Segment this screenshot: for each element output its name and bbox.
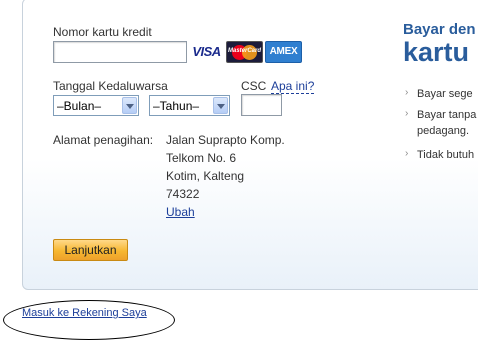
billing-address-line-1: Jalan Suprapto Komp. — [166, 133, 285, 147]
visa-logo-icon: VISA — [190, 41, 223, 63]
change-address-link[interactable]: Ubah — [166, 205, 195, 219]
billing-address-line-2: Telkom No. 6 — [166, 151, 237, 165]
login-link[interactable]: Masuk ke Rekening Saya — [22, 307, 147, 319]
chevron-down-icon[interactable] — [122, 97, 137, 114]
csc-help-link[interactable]: Apa ini? — [271, 79, 315, 94]
csc-input[interactable] — [241, 94, 282, 116]
mastercard-logo-text: MasterCard — [227, 48, 261, 54]
billing-address-line-3: Kotim, Kalteng — [166, 169, 245, 183]
csc-help-link-text[interactable]: Apa ini? — [271, 79, 315, 94]
visa-logo-text: VISA — [192, 44, 221, 59]
mastercard-logo-icon: MasterCard — [226, 41, 263, 63]
promo-bullet-2: Bayar tanpa — [417, 109, 477, 121]
promo-title-line-2: kartu — [403, 37, 470, 67]
login-link-text[interactable]: Masuk ke Rekening Saya — [22, 307, 147, 319]
bullet-arrow-icon: › — [405, 108, 409, 119]
year-select-value: –Tahun– — [153, 99, 200, 113]
amex-logo-text: AMEX — [269, 46, 298, 57]
promo-bullet-2-cont: pedagang. — [417, 125, 469, 137]
card-number-label: Nomor kartu kredit — [53, 25, 152, 39]
continue-button[interactable]: Lanjutkan — [53, 239, 128, 261]
expiry-label: Tanggal Kedaluwarsa — [53, 79, 168, 93]
year-select[interactable]: –Tahun– — [149, 95, 230, 116]
csc-label: CSC — [241, 79, 267, 93]
amex-logo-icon: AMEX — [265, 41, 302, 63]
card-number-input[interactable] — [53, 41, 187, 63]
highlight-oval — [3, 300, 175, 340]
month-select-value: –Bulan– — [57, 99, 102, 113]
bullet-arrow-icon: › — [405, 87, 409, 98]
month-select[interactable]: –Bulan– — [53, 95, 139, 116]
promo-bullet-1: Bayar sege — [417, 88, 473, 100]
promo-bullet-3: Tidak butuh — [417, 149, 475, 161]
billing-address-label: Alamat penagihan: — [53, 133, 154, 147]
change-address-link-text[interactable]: Ubah — [166, 205, 195, 219]
chevron-down-icon[interactable] — [213, 97, 228, 114]
bullet-arrow-icon: › — [405, 148, 409, 159]
billing-address-line-4: 74322 — [166, 187, 200, 201]
promo-title-line-1: Bayar den — [403, 21, 476, 38]
payment-panel: Nomor kartu kredit VISA MasterCard AMEX … — [22, 0, 478, 290]
